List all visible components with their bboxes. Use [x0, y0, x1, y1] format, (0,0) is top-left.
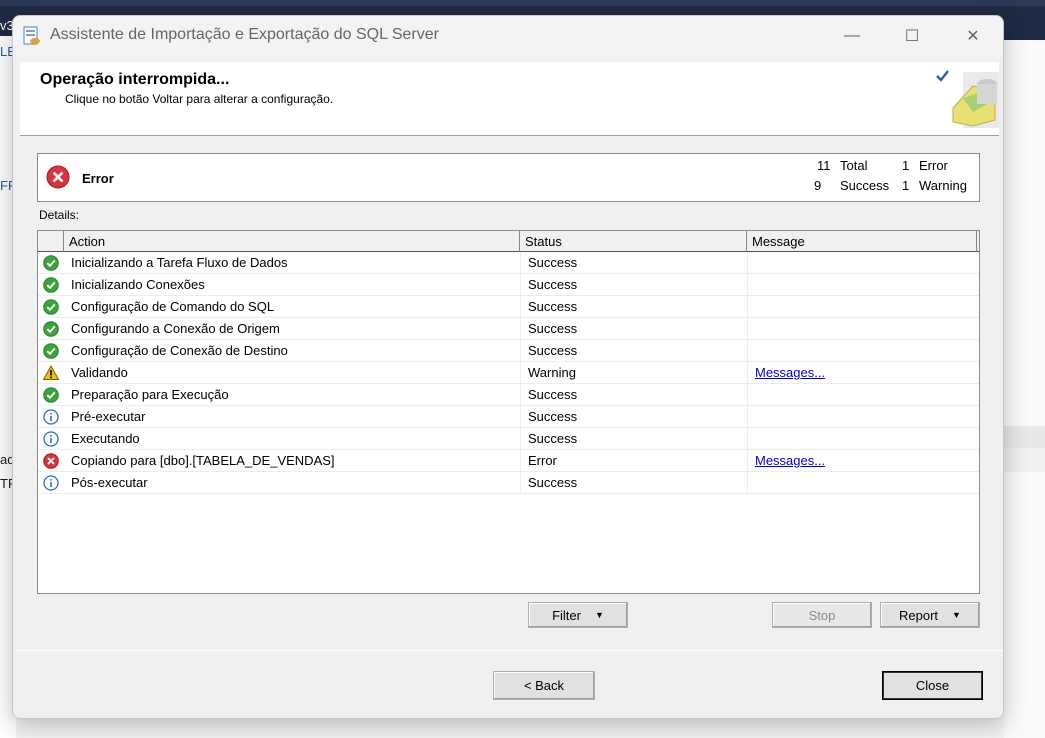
- close-window-button[interactable]: ✕: [950, 20, 996, 52]
- table-row[interactable]: Inicializando a Tarefa Fluxo de Dados Suc…: [38, 252, 979, 274]
- warning-label: Warning: [919, 178, 967, 193]
- row-status: Success: [528, 255, 578, 270]
- background-app-right: [1004, 36, 1045, 738]
- stop-button: Stop: [772, 602, 872, 628]
- table-row[interactable]: Configuração de Comando do SQL Success: [38, 296, 979, 318]
- row-status: Success: [528, 277, 578, 292]
- execution-summary: Error 11 Total 1 Error 9 Success 1 Warni…: [37, 153, 980, 202]
- row-action: Copiando para [dbo].[TABELA_DE_VENDAS]: [71, 453, 335, 468]
- row-status: Success: [528, 387, 578, 402]
- dropdown-arrow-icon: ▼: [952, 610, 961, 620]
- table-row[interactable]: Configuração de Conexão de Destino Succes…: [38, 340, 979, 362]
- column-header-status[interactable]: Status: [520, 231, 747, 252]
- report-dropdown-button[interactable]: Report ▼: [880, 602, 980, 628]
- row-status: Success: [528, 431, 578, 446]
- minimize-button[interactable]: —: [829, 20, 875, 52]
- error-status-icon: [46, 165, 70, 189]
- close-button[interactable]: Close: [882, 671, 983, 700]
- row-action: Pré-executar: [71, 409, 146, 424]
- row-status: Success: [528, 475, 578, 490]
- info-icon: [43, 409, 59, 425]
- row-action: Executando: [71, 431, 140, 446]
- window-title: Assistente de Importação e Exportação do…: [50, 26, 439, 43]
- wizard-banner-icon: [936, 70, 999, 128]
- wizard-header: Operação interrompida... Clique no botão…: [20, 62, 999, 136]
- back-button-label: < Back: [523, 678, 565, 693]
- row-action: Inicializando Conexões: [71, 277, 205, 292]
- column-divider: [747, 252, 748, 494]
- close-icon: ✕: [966, 28, 980, 45]
- title-bar[interactable]: Assistente de Importação e Exportação do…: [13, 16, 1003, 58]
- warning-count: 1: [902, 178, 910, 193]
- report-button-label: Report: [899, 607, 939, 623]
- total-label: Total: [840, 158, 868, 173]
- row-action: Preparação para Execução: [71, 387, 229, 402]
- table-row[interactable]: Copiando para [dbo].[TABELA_DE_VENDAS] Er…: [38, 450, 979, 472]
- table-row[interactable]: Configurando a Conexão de Origem Success: [38, 318, 979, 340]
- success-icon: [43, 321, 59, 337]
- row-action: Configuração de Comando do SQL: [71, 299, 275, 314]
- row-status: Success: [528, 321, 578, 336]
- row-action: Inicializando a Tarefa Fluxo de Dados: [71, 255, 288, 270]
- info-icon: [43, 431, 59, 447]
- stop-button-label: Stop: [808, 607, 836, 623]
- footer-separator: [15, 650, 1003, 651]
- row-action: Validando: [71, 365, 128, 380]
- row-status: Warning: [528, 365, 576, 380]
- details-label: Details:: [39, 208, 80, 222]
- column-divider: [520, 252, 521, 494]
- row-status: Error: [528, 453, 557, 468]
- back-button[interactable]: < Back: [493, 671, 595, 700]
- success-icon: [43, 343, 59, 359]
- details-listview[interactable]: Action Status Message Inicializando a Ta…: [37, 230, 980, 594]
- success-icon: [43, 299, 59, 315]
- maximize-icon: ☐: [904, 28, 920, 45]
- row-status: Success: [528, 343, 578, 358]
- table-row[interactable]: Inicializando Conexões Success: [38, 274, 979, 296]
- column-header-icon[interactable]: [38, 231, 64, 252]
- table-row[interactable]: Validando Warning Messages...: [38, 362, 979, 384]
- error-label: Error: [919, 158, 948, 173]
- filter-button-label: Filter: [552, 607, 581, 623]
- warning-icon: [43, 365, 59, 380]
- row-messages-link[interactable]: Messages...: [755, 450, 955, 472]
- success-count: 9: [814, 178, 822, 193]
- info-icon: [43, 475, 59, 491]
- row-action: Configuração de Conexão de Destino: [71, 343, 288, 358]
- minimize-icon: —: [844, 27, 860, 44]
- close-button-label: Close: [915, 678, 950, 693]
- error-icon: [43, 453, 59, 469]
- row-action: Configurando a Conexão de Origem: [71, 321, 280, 336]
- success-label: Success: [840, 178, 890, 193]
- table-row[interactable]: Executando Success: [38, 428, 979, 450]
- success-icon: [43, 255, 59, 271]
- summary-status-label: Error: [82, 171, 114, 186]
- success-icon: [43, 277, 59, 293]
- table-row[interactable]: Preparação para Execução Success: [38, 384, 979, 406]
- table-row[interactable]: Pré-executar Success: [38, 406, 979, 428]
- filter-dropdown-button[interactable]: Filter ▼: [528, 602, 628, 628]
- sql-wizard-app-icon: [23, 26, 40, 45]
- total-count: 11: [817, 158, 831, 173]
- dropdown-arrow-icon: ▼: [594, 610, 604, 620]
- row-action: Pós-executar: [71, 475, 148, 490]
- page-title: Operação interrompida...: [40, 71, 230, 88]
- maximize-button[interactable]: ☐: [889, 20, 935, 52]
- column-header-message[interactable]: Message: [747, 231, 977, 252]
- row-status: Success: [528, 299, 578, 314]
- row-status: Success: [528, 409, 578, 424]
- success-icon: [43, 387, 59, 403]
- listview-header: Action Status Message: [38, 231, 979, 252]
- error-count: 1: [902, 158, 910, 173]
- row-messages-link[interactable]: Messages...: [755, 362, 955, 384]
- table-row[interactable]: Pós-executar Success: [38, 472, 979, 494]
- column-header-action[interactable]: Action: [64, 231, 520, 252]
- page-subtitle: Clique no botão Voltar para alterar a co…: [65, 92, 334, 106]
- import-export-wizard-dialog: Assistente de Importação e Exportação do…: [12, 15, 1004, 719]
